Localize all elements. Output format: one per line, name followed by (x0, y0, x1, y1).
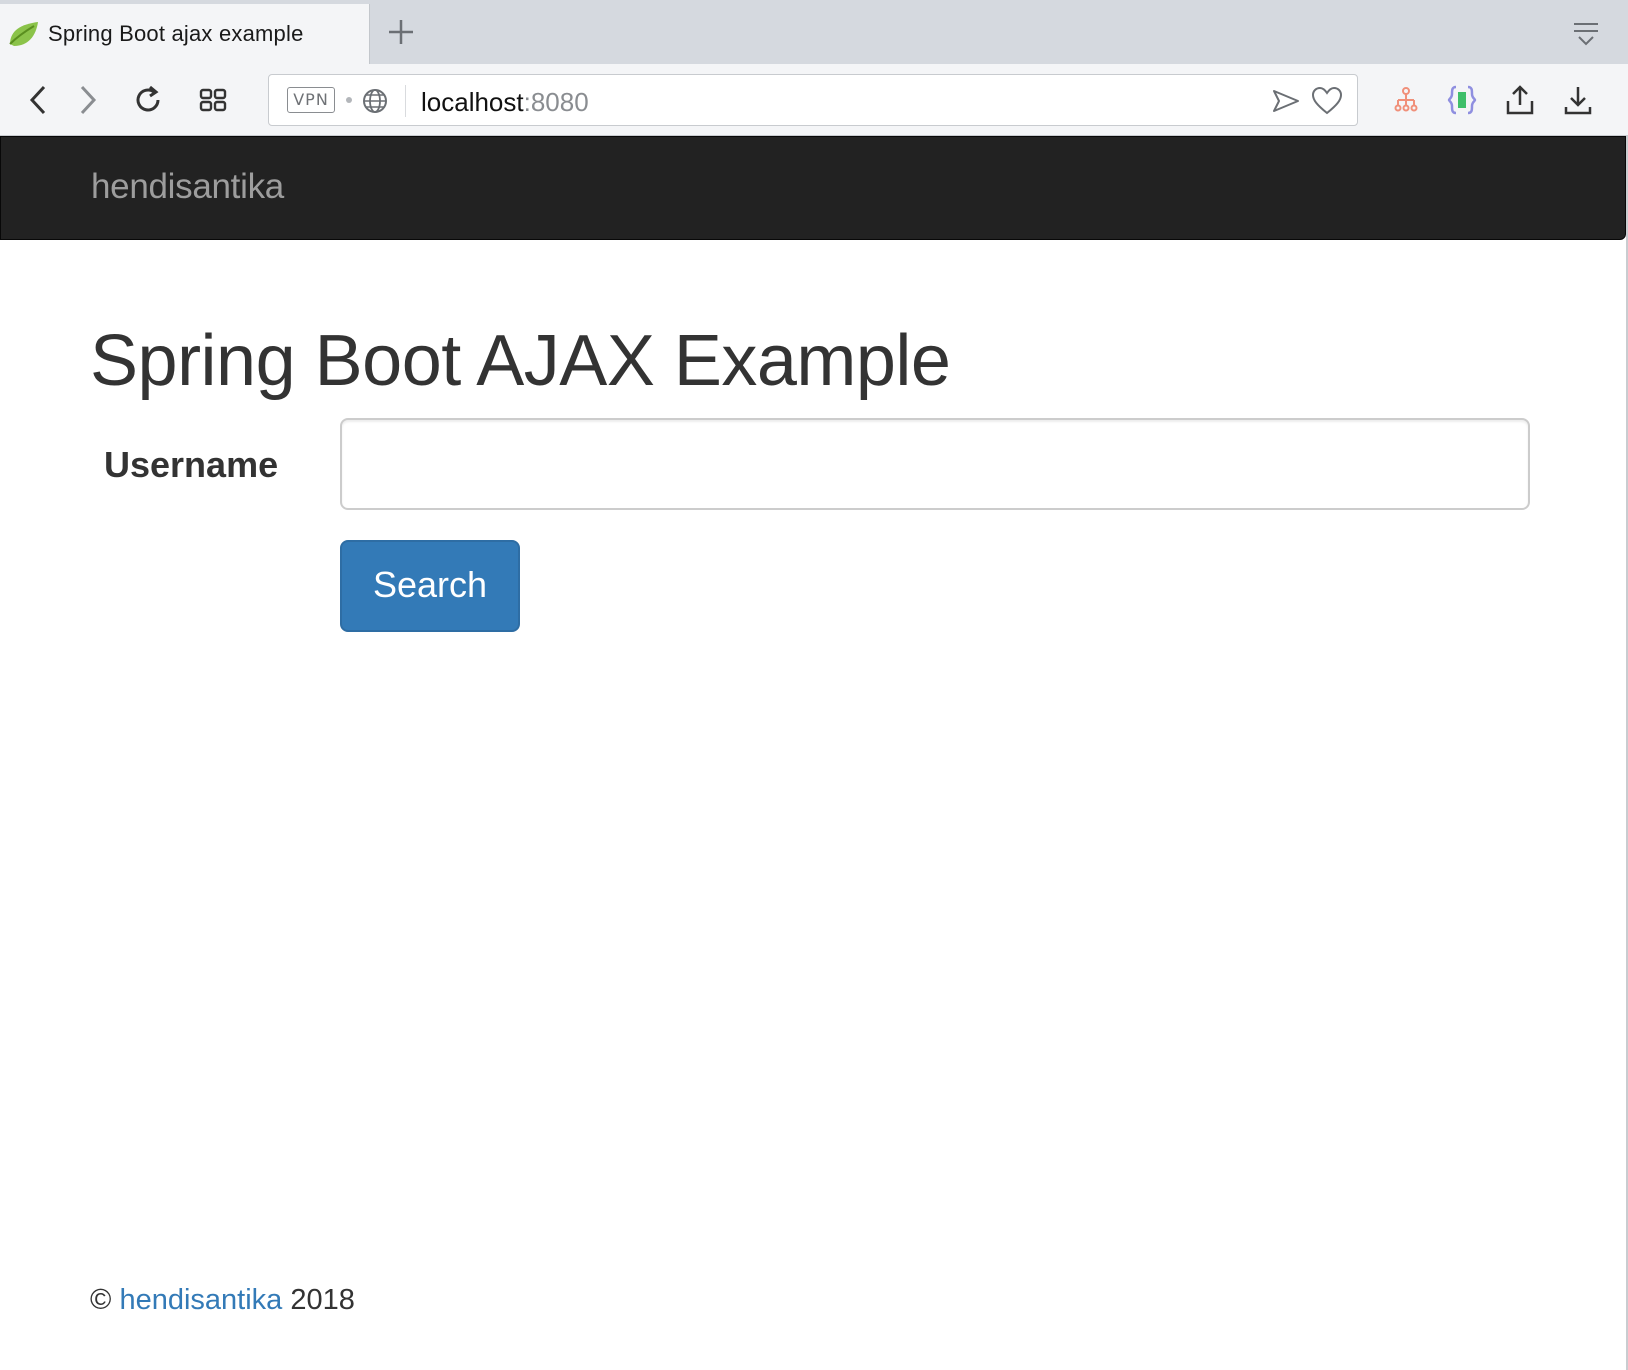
navbar: hendisantika (0, 136, 1626, 240)
tab-strip: Spring Boot ajax example (0, 0, 1628, 64)
address-bar[interactable]: VPN localhost:8080 (268, 74, 1358, 126)
chevron-left-icon (29, 85, 46, 115)
username-input[interactable] (340, 418, 1530, 510)
reload-icon (136, 85, 160, 112)
page-title: Spring Boot AJAX Example (90, 321, 951, 401)
chevron-right-icon (80, 85, 97, 115)
username-label: Username (104, 444, 279, 485)
url-separator (405, 85, 406, 117)
browser-tab[interactable]: Spring Boot ajax example (0, 4, 370, 64)
heart-icon[interactable] (1311, 86, 1343, 116)
footer: © hendisantika 2018 (90, 1284, 355, 1317)
tab-title: Spring Boot ajax example (48, 21, 304, 46)
back-button[interactable] (18, 80, 58, 120)
url-host: localhost (421, 87, 524, 117)
navbar-brand[interactable]: hendisantika (91, 167, 284, 207)
copyright-symbol: © (90, 1284, 112, 1316)
spring-leaf-icon (9, 22, 38, 46)
browser-window: Spring Boot ajax example VPN localhost:8… (0, 0, 1628, 1370)
tab-list-icon[interactable] (1572, 20, 1600, 48)
sitemap-icon (1394, 87, 1418, 112)
url-dot (346, 97, 352, 103)
browser-toolbar: VPN localhost:8080 (0, 64, 1628, 136)
forward-button[interactable] (68, 80, 108, 120)
plus-icon[interactable] (386, 17, 416, 47)
sitemap-extension-button[interactable] (1386, 80, 1426, 120)
author-link[interactable]: hendisantika (119, 1284, 282, 1316)
download-button[interactable] (1558, 80, 1598, 120)
download-icon (1564, 87, 1592, 115)
json-extension-button[interactable] (1442, 80, 1482, 120)
send-icon[interactable] (1271, 87, 1301, 115)
url-port: :8080 (523, 87, 589, 117)
globe-icon[interactable] (361, 87, 389, 115)
reload-button[interactable] (128, 80, 168, 120)
search-button[interactable]: Search (340, 540, 520, 632)
json-viewer-icon (1447, 85, 1477, 115)
url-text[interactable]: localhost:8080 (421, 87, 589, 118)
vpn-badge[interactable]: VPN (287, 87, 335, 113)
grid-icon (199, 88, 227, 112)
footer-year: 2018 (290, 1284, 355, 1316)
speed-dial-button[interactable] (193, 80, 233, 120)
share-button[interactable] (1500, 80, 1540, 120)
share-icon (1506, 85, 1534, 115)
